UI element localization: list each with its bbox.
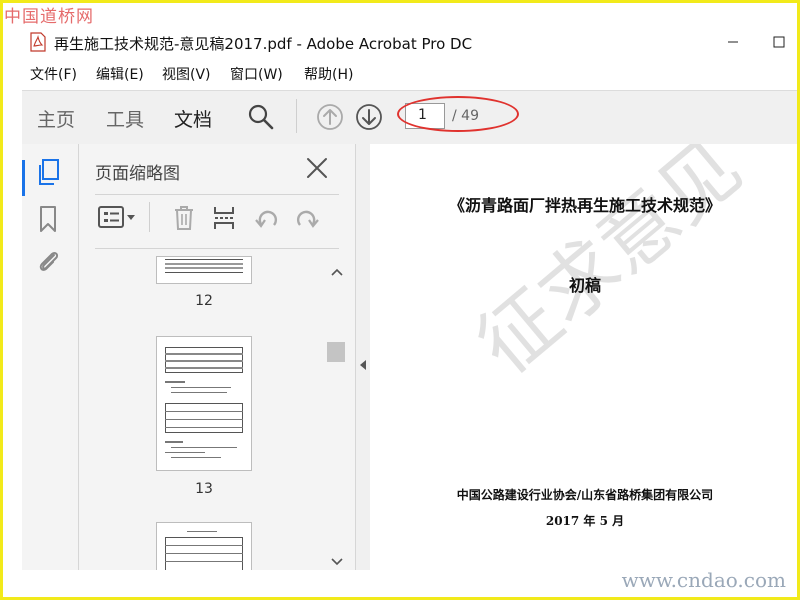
document-date: 2017 年 5 月	[545, 514, 625, 528]
insert-page-icon[interactable]	[211, 204, 239, 236]
window-title: 再生施工技术规范-意见稿2017.pdf - Adobe Acrobat Pro…	[54, 35, 473, 53]
thumbnail-content	[165, 263, 243, 265]
redo-icon[interactable]	[293, 204, 321, 236]
draft-stamp: 征求意见	[461, 144, 759, 392]
scroll-down-icon[interactable]	[330, 552, 344, 571]
page-number-label: 13	[195, 481, 213, 497]
page-thumbnails-panel: 页面缩略图 12 13	[79, 144, 355, 570]
active-indicator	[22, 160, 25, 196]
thumbnail-list: 12 13	[95, 256, 327, 570]
next-page-icon[interactable]	[355, 103, 383, 135]
search-icon[interactable]	[247, 103, 275, 135]
delete-page-icon[interactable]	[171, 204, 197, 236]
thumbnail-content	[165, 259, 243, 273]
scroll-up-icon[interactable]	[330, 262, 344, 281]
document-organization: 中国公路建设行业协会/山东省路桥集团有限公司	[456, 488, 714, 502]
page-thumbnail-13[interactable]	[156, 336, 252, 471]
page-number-label: 12	[195, 293, 213, 309]
highlight-annotation	[397, 96, 519, 132]
thumbnail-content	[187, 531, 217, 532]
panel-title: 页面缩略图	[95, 164, 180, 184]
thumbnail-content	[171, 447, 237, 448]
menu-view[interactable]: 视图(V)	[162, 64, 211, 84]
thumbnail-content	[165, 353, 243, 355]
thumbnail-content	[165, 367, 243, 369]
thumbnail-content	[165, 267, 243, 269]
navigation-pane-strip	[22, 144, 79, 570]
thumbnail-content	[171, 457, 221, 458]
panel-divider	[95, 248, 339, 249]
thumbnail-content	[165, 545, 243, 546]
pdf-file-icon	[30, 32, 46, 52]
minimize-button[interactable]	[718, 30, 748, 54]
menu-window[interactable]: 窗口(W)	[230, 64, 283, 84]
thumbnail-content	[171, 387, 231, 388]
toolbar-divider	[296, 99, 297, 133]
thumbnail-content	[165, 427, 243, 428]
undo-icon[interactable]	[253, 204, 281, 236]
panel-divider	[95, 194, 339, 195]
title-bar: 再生施工技术规范-意见稿2017.pdf - Adobe Acrobat Pro…	[22, 26, 800, 60]
thumbnail-content	[165, 403, 243, 433]
page-thumbnails-icon[interactable]	[36, 158, 62, 192]
page-thumbnail-14[interactable]	[156, 522, 252, 570]
site-watermark-bottom: www.cndao.com	[621, 568, 786, 592]
site-watermark-top: 中国道桥网	[4, 7, 94, 27]
thumbnail-content	[171, 392, 227, 393]
menu-help[interactable]: 帮助(H)	[304, 64, 353, 84]
menu-edit[interactable]: 编辑(E)	[96, 64, 144, 84]
page-thumbnail-12[interactable]	[156, 256, 252, 284]
thumbnail-scrollbar[interactable]	[325, 256, 349, 570]
thumbnail-content	[165, 381, 185, 383]
main-toolbar: 主页 工具 文档 1 / 49	[22, 90, 800, 146]
bookmarks-icon[interactable]	[36, 204, 62, 238]
pane-splitter[interactable]	[355, 144, 371, 570]
thumbnail-content	[165, 553, 243, 554]
tab-tools[interactable]: 工具	[106, 105, 144, 132]
menu-file[interactable]: 文件(F)	[30, 64, 77, 84]
collapse-panel-icon[interactable]	[359, 356, 367, 375]
minimize-icon	[728, 41, 738, 43]
document-view[interactable]: 征求意见 《沥青路面厂拌热再生施工技术规范》 初稿 中国公路建设行业协会/山东省…	[370, 144, 800, 570]
maximize-icon	[773, 36, 785, 48]
thumbnail-content	[165, 561, 243, 562]
previous-page-icon[interactable]	[316, 103, 344, 135]
thumbnail-options-icon[interactable]	[97, 204, 137, 234]
document-title: 《沥青路面厂拌热再生施工技术规范》	[448, 196, 721, 215]
tab-document[interactable]: 文档	[174, 105, 212, 132]
attachments-icon[interactable]	[36, 246, 62, 280]
document-subtitle: 初稿	[568, 276, 601, 295]
thumbnail-content	[165, 411, 243, 412]
close-icon[interactable]	[305, 156, 329, 180]
thumbnail-content	[165, 452, 205, 453]
tab-home[interactable]: 主页	[37, 105, 75, 132]
thumbnail-content	[165, 419, 243, 420]
scrollbar-thumb[interactable]	[327, 342, 345, 362]
panel-tool-divider	[149, 202, 150, 232]
thumbnail-content	[165, 360, 243, 362]
maximize-button[interactable]	[764, 30, 794, 54]
thumbnail-content	[165, 441, 183, 443]
